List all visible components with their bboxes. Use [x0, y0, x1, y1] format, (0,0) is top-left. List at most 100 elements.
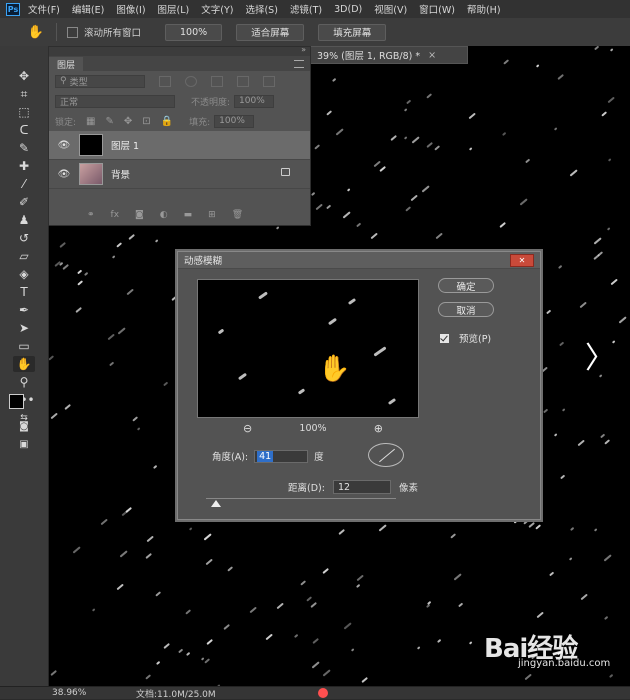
filter-preview[interactable]: ✋	[197, 279, 419, 418]
status-zoom[interactable]: 38.96%	[52, 688, 122, 698]
scroll-all-checkbox[interactable]	[67, 26, 78, 38]
layer-row-1[interactable]: 👁 图层 1	[49, 131, 310, 160]
zoom-out-icon[interactable]: ⊖	[243, 422, 252, 435]
menu-filter[interactable]: 滤镜(T)	[290, 2, 322, 16]
quick-select-tool-icon[interactable]: ✎	[13, 140, 35, 156]
rectangle-tool-icon[interactable]: ▭	[13, 338, 35, 354]
mask-icon[interactable]: ◙	[135, 210, 144, 220]
filter-shape-icon[interactable]	[237, 75, 249, 87]
preview-label: 预览(P)	[459, 334, 492, 345]
filter-text-icon[interactable]	[211, 75, 223, 87]
new-layer-icon[interactable]: ⊞	[208, 210, 216, 220]
snow-streak	[519, 198, 528, 206]
menu-type[interactable]: 文字(Y)	[201, 2, 233, 16]
close-icon[interactable]: ✕	[510, 254, 534, 267]
document-tab[interactable]: 39% (图层 1, RGB/8) * ×	[310, 46, 468, 64]
eye-icon[interactable]: 👁	[49, 169, 79, 180]
fill-input[interactable]: 100%	[214, 114, 255, 128]
eraser-tool-icon[interactable]: ▱	[13, 248, 35, 264]
distance-slider-thumb[interactable]	[211, 500, 221, 507]
marquee-tool-icon[interactable]: ⬚	[13, 104, 35, 120]
link-icon[interactable]: ⚭	[87, 210, 95, 220]
layer-filter-select[interactable]: ⚲ 类型	[55, 74, 145, 88]
snow-streak	[77, 269, 82, 274]
lock-icons[interactable]: ▦✎✥⊡🔒	[86, 116, 183, 127]
menu-select[interactable]: 选择(S)	[245, 2, 277, 16]
snow-streak	[206, 638, 213, 645]
ok-button[interactable]: 确定	[438, 278, 494, 293]
menu-view[interactable]: 视图(V)	[374, 2, 407, 16]
layer-row-background[interactable]: 👁 背景	[49, 160, 310, 189]
menu-3d[interactable]: 3D(D)	[334, 4, 362, 15]
menu-help[interactable]: 帮助(H)	[467, 2, 501, 16]
folder-icon[interactable]: ▬	[184, 210, 193, 220]
snow-streak	[163, 642, 170, 649]
next-arrow-icon[interactable]: 〉	[585, 333, 615, 377]
preview-streak	[217, 328, 225, 335]
filter-pixel-icon[interactable]	[159, 75, 171, 87]
eye-icon[interactable]: 👁	[49, 140, 79, 151]
menu-edit[interactable]: 编辑(E)	[72, 2, 104, 16]
zoom-tool-icon[interactable]: ⚲	[13, 374, 35, 390]
history-brush-icon[interactable]: ↺	[13, 230, 35, 246]
adjustment-icon[interactable]: ◐	[160, 210, 168, 220]
menu-file[interactable]: 文件(F)	[28, 2, 60, 16]
snow-streak	[310, 601, 317, 608]
trash-icon[interactable]: 🗑	[232, 210, 243, 220]
fill-label: 填充:	[189, 117, 211, 128]
menu-layer[interactable]: 图层(L)	[158, 2, 190, 16]
foreground-color-swatch[interactable]	[9, 394, 24, 409]
healing-tool-icon[interactable]: ✚	[13, 158, 35, 174]
lasso-tool-icon[interactable]: ᑕ	[13, 122, 35, 138]
opacity-input[interactable]: 100%	[234, 94, 275, 108]
snow-streak	[426, 141, 433, 148]
distance-slider-track[interactable]	[206, 498, 396, 499]
snow-streak	[265, 633, 273, 640]
blend-mode-select[interactable]: 正常	[55, 94, 175, 108]
snow-streak	[293, 633, 299, 638]
snow-streak	[116, 242, 122, 248]
menu-bar: Ps 文件(F) 编辑(E) 图像(I) 图层(L) 文字(Y) 选择(S) 滤…	[0, 0, 630, 18]
fx-icon[interactable]: fx	[111, 210, 120, 220]
crop-tool-icon[interactable]: ⌗	[13, 86, 35, 102]
preview-checkbox[interactable]: 预览(P)	[440, 331, 491, 345]
angle-input[interactable]: 41	[254, 449, 309, 463]
text-tool-icon[interactable]: T	[13, 284, 35, 300]
dialog-titlebar[interactable]: 动感模糊 ✕	[178, 252, 540, 269]
hand-icon[interactable]: ✋	[26, 24, 46, 40]
hand-tool-icon[interactable]: ✋	[13, 356, 35, 372]
path-select-tool-icon[interactable]: ➤	[13, 320, 35, 336]
distance-unit: 像素	[398, 483, 418, 494]
gradient-tool-icon[interactable]: ◈	[13, 266, 35, 282]
snow-streak	[540, 366, 548, 373]
close-icon[interactable]: ×	[428, 50, 436, 61]
menu-window[interactable]: 窗口(W)	[419, 2, 455, 16]
snow-streak	[315, 203, 323, 210]
brush-tool-icon[interactable]: ✐	[13, 194, 35, 210]
fit-screen-button[interactable]: 适合屏幕	[236, 23, 305, 41]
fill-screen-button[interactable]: 填充屏幕	[318, 23, 387, 41]
snow-streak	[601, 111, 607, 117]
screen-mode-icon[interactable]: ▣	[13, 436, 35, 452]
snow-streak	[146, 535, 154, 542]
preview-streak	[297, 388, 306, 395]
angle-dial[interactable]	[368, 443, 404, 467]
tab-layers[interactable]: 图层	[49, 57, 84, 71]
stamp-tool-icon[interactable]: ♟	[13, 212, 35, 228]
filter-adjust-icon[interactable]	[185, 75, 197, 87]
zoom-100-button[interactable]: 100%	[165, 23, 223, 41]
filter-smart-icon[interactable]	[263, 75, 275, 87]
menu-image[interactable]: 图像(I)	[116, 2, 145, 16]
move-tool-icon[interactable]: ✥	[13, 68, 35, 84]
snow-streak	[346, 188, 351, 192]
pen-tool-icon[interactable]: ✒	[13, 302, 35, 318]
status-bar: 38.96% 文档:11.0M/25.0M	[0, 686, 630, 700]
quick-mask-icon[interactable]: ◙	[13, 418, 35, 434]
cancel-button[interactable]: 取消	[438, 302, 494, 317]
preview-zoom-row: ⊖ 100% ⊕	[243, 422, 383, 435]
zoom-in-icon[interactable]: ⊕	[374, 422, 383, 435]
collapse-arrows-icon[interactable]: »	[301, 45, 306, 54]
panel-menu-icon[interactable]	[294, 60, 304, 68]
eyedropper-tool-icon[interactable]: ⁄	[13, 176, 35, 192]
distance-input[interactable]: 12	[332, 480, 391, 494]
